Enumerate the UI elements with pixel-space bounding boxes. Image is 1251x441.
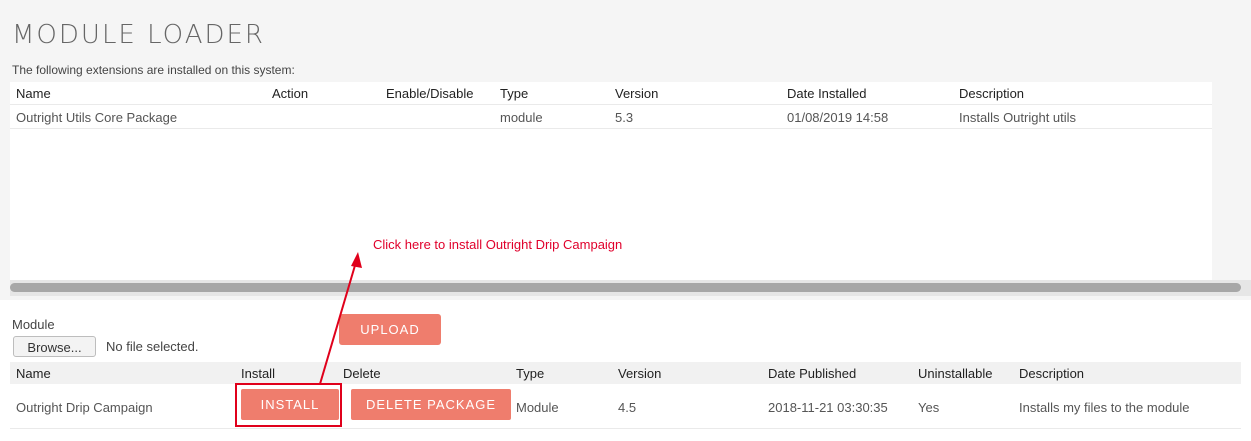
package-name: Outright Drip Campaign <box>16 400 153 415</box>
browse-file-button[interactable]: Browse... <box>13 336 96 357</box>
package-type: Module <box>516 400 559 415</box>
installed-version: 5.3 <box>615 110 634 125</box>
installed-name: Outright Utils Core Package <box>16 110 178 125</box>
package-table: Name Install Delete Type Version Date Pu… <box>10 362 1241 432</box>
package-description: Installs my files to the module <box>1019 400 1190 415</box>
col-header-enable-disable: Enable/Disable <box>386 86 474 101</box>
package-uninstallable: Yes <box>918 400 940 415</box>
col-header-description: Description <box>959 86 1025 101</box>
installed-description: Installs Outright utils <box>959 110 1077 125</box>
installed-table-header: Name Action Enable/Disable Type Version … <box>10 82 1212 105</box>
upload-button[interactable]: UPLOAD <box>339 314 441 345</box>
table-row: Outright Utils Core Package module 5.3 0… <box>10 106 1212 129</box>
install-annotation-text: Click here to install Outright Drip Camp… <box>373 237 623 252</box>
installed-date: 01/08/2019 14:58 <box>787 110 889 125</box>
col-header-name: Name <box>16 86 51 101</box>
col-header-version: Version <box>615 86 659 101</box>
col-header-uninstallable: Uninstallable <box>918 366 993 381</box>
col-header-type: Type <box>500 86 529 101</box>
col-header-type: Type <box>516 366 545 381</box>
page-title: MODULE LOADER <box>12 20 265 50</box>
col-header-delete: Delete <box>343 366 381 381</box>
col-header-action: Action <box>272 86 309 101</box>
install-highlight-box <box>235 383 342 427</box>
no-file-selected-text: No file selected. <box>106 339 199 354</box>
delete-package-button[interactable]: DELETE PACKAGE <box>351 389 511 420</box>
module-field-label: Module <box>12 317 55 332</box>
col-header-version: Version <box>618 366 662 381</box>
col-header-date-installed: Date Installed <box>787 86 867 101</box>
table-row: Outright Drip Campaign Module 4.5 2018-1… <box>10 386 1241 429</box>
col-header-date-published: Date Published <box>768 366 857 381</box>
package-date-published: 2018-11-21 03:30:35 <box>768 400 888 415</box>
horizontal-scrollbar-thumb[interactable] <box>10 283 1241 292</box>
col-header-description: Description <box>1019 366 1085 381</box>
package-table-header: Name Install Delete Type Version Date Pu… <box>10 362 1241 384</box>
installed-intro-text: The following extensions are installed o… <box>12 63 295 77</box>
col-header-name: Name <box>16 366 51 381</box>
installed-type: module <box>500 110 543 125</box>
col-header-install: Install <box>241 366 275 381</box>
package-version: 4.5 <box>618 400 637 415</box>
